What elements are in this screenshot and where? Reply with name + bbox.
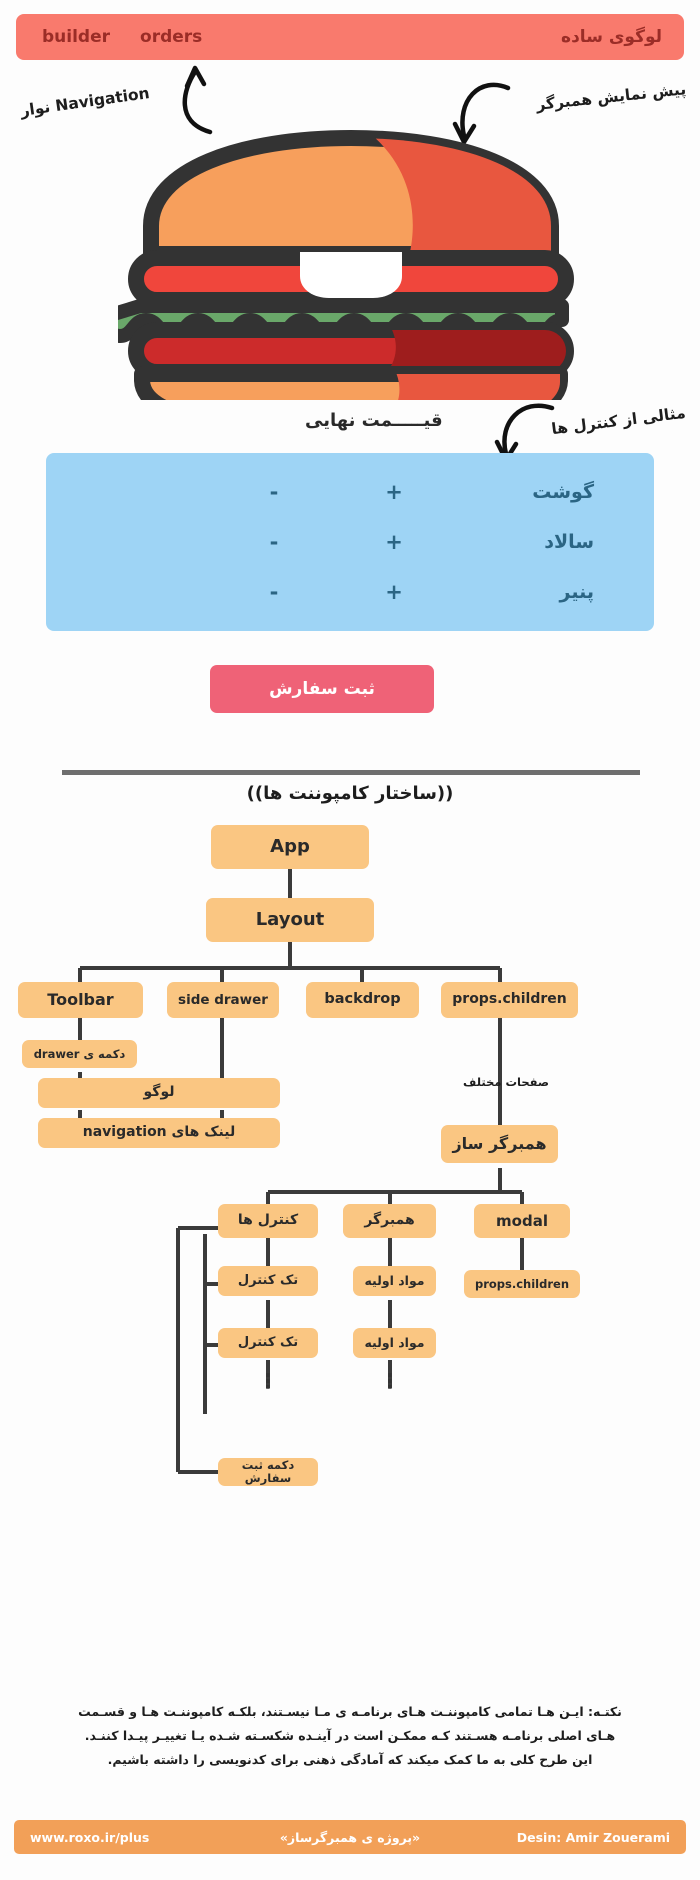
annotation-navigation: نوار Navigation — [19, 84, 151, 120]
tree-node-single-control-1[interactable]: تک کنترل — [218, 1266, 318, 1296]
burger-illustration — [118, 130, 574, 400]
footnote-line-2: هـای اصلی برنامـه هسـتند کـه ممکـن است د… — [84, 1727, 616, 1743]
tree-node-backdrop[interactable]: backdrop — [306, 982, 419, 1018]
submit-order-button[interactable]: ثبت سفارش — [210, 665, 434, 713]
control-label-salad: سالاد — [544, 531, 594, 553]
footnote-block: نکتـه: ایـن هـا تمامی کامپوننـت هـای برن… — [60, 1700, 640, 1771]
tree-node-controls[interactable]: کنترل ها — [218, 1204, 318, 1238]
tree-node-order-button[interactable]: دکمه ثبت سفارش — [218, 1458, 318, 1486]
tree-node-layout[interactable]: Layout — [206, 898, 374, 942]
tree-node-modal[interactable]: modal — [474, 1204, 570, 1238]
control-add-cheese-button[interactable]: + — [334, 580, 454, 604]
control-add-meat-button[interactable]: + — [334, 480, 454, 504]
control-remove-cheese-button[interactable]: - — [214, 580, 334, 604]
control-add-salad-button[interactable]: + — [334, 530, 454, 554]
tree-node-app[interactable]: App — [211, 825, 369, 869]
control-row: پنیر + - — [46, 567, 654, 617]
nav-link-builder[interactable]: builder — [42, 27, 110, 47]
nav-links-group: builder orders — [42, 27, 202, 47]
tree-node-logo[interactable]: لوگو — [38, 1078, 280, 1108]
controls-panel: گوشت + - سالاد + - پنیر + - — [46, 453, 654, 631]
section-divider — [62, 770, 640, 775]
tree-node-ingredient-2[interactable]: مواد اولیه — [353, 1328, 436, 1358]
arrow-to-navbar-icon — [182, 65, 213, 135]
footer-designer-credit: Desin: Amir Zouerami — [516, 1829, 670, 1845]
tree-node-burger-builder[interactable]: همبرگر ساز — [441, 1125, 558, 1163]
tree-node-modal-props-children[interactable]: props.children — [464, 1270, 580, 1298]
control-remove-meat-button[interactable]: - — [214, 480, 334, 504]
control-row: سالاد + - — [46, 517, 654, 567]
tree-label-pages: صفحات مختلف — [463, 1075, 550, 1089]
footer-website-url[interactable]: www.roxo.ir/plus — [30, 1830, 149, 1845]
tree-node-navigation-links[interactable]: لینک های navigation — [38, 1118, 280, 1148]
control-remove-salad-button[interactable]: - — [214, 530, 334, 554]
annotation-controls-example: مثالی از کنترل ها — [550, 403, 687, 439]
burger-tomato-layer — [128, 250, 574, 308]
nav-link-orders[interactable]: orders — [140, 27, 202, 47]
tree-node-drawer-button[interactable]: دکمه ی drawer — [22, 1040, 137, 1068]
tree-ellipsis-ingredients: ⋮ — [380, 1369, 400, 1393]
nav-logo: لوگوی ساده — [561, 27, 662, 47]
burger-bottom-bun — [134, 366, 568, 400]
tree-node-burger[interactable]: همبرگر — [343, 1204, 436, 1238]
control-row: گوشت + - — [46, 467, 654, 517]
footnote-line-3: این طرح کلی به ما کمک میکند که آمادگی ذه… — [107, 1751, 593, 1767]
tree-node-single-control-2[interactable]: تک کنترل — [218, 1328, 318, 1358]
tree-node-props-children[interactable]: props.children — [441, 982, 578, 1018]
tree-ellipsis-controls: ⋮ — [258, 1369, 278, 1393]
tree-node-ingredient-1[interactable]: مواد اولیه — [353, 1266, 436, 1296]
control-label-cheese: پنیر — [559, 581, 594, 603]
tree-node-toolbar[interactable]: Toolbar — [18, 982, 143, 1018]
control-label-meat: گوشت — [532, 481, 594, 503]
annotation-burger-preview: پیش نمایش همبرگر — [535, 80, 687, 114]
annotation-final-price: قیـــــمت نهایی — [305, 410, 443, 431]
footnote-line-1: نکتـه: ایـن هـا تمامی کامپوننـت هـای برن… — [78, 1704, 622, 1719]
top-navigation-bar: لوگوی ساده builder orders — [16, 14, 684, 60]
infographic-page: لوگوی ساده builder orders نوار Navigatio… — [0, 0, 700, 1880]
page-footer: www.roxo.ir/plus «پروژه ی همبرگرساز» Des… — [14, 1820, 686, 1854]
tree-node-side-drawer[interactable]: side drawer — [167, 982, 279, 1018]
